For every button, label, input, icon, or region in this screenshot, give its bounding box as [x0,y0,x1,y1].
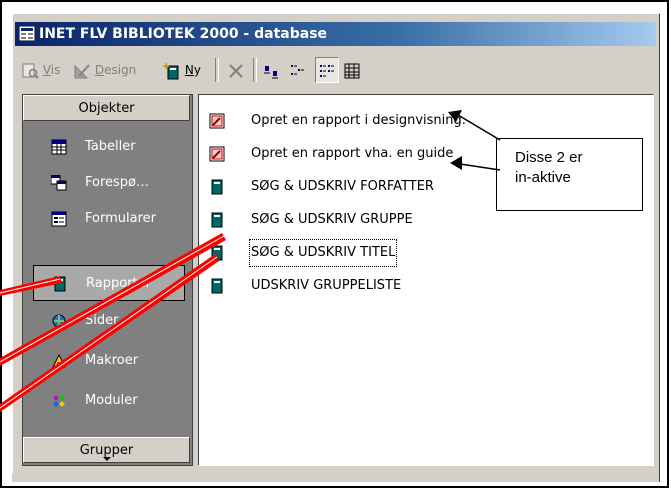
red-pointer-outline [0,278,61,294]
callout-arrow-2 [459,163,501,171]
annotation-overlay [0,110,501,412]
status-bar [12,474,658,482]
red-pointer-2 [0,233,226,366]
red-pointer-outline [0,256,218,409]
callout-arrow-1 [457,114,501,141]
arrowhead-icon [450,156,462,170]
red-pointer-3 [0,254,219,412]
red-pointer-outline [0,235,225,363]
